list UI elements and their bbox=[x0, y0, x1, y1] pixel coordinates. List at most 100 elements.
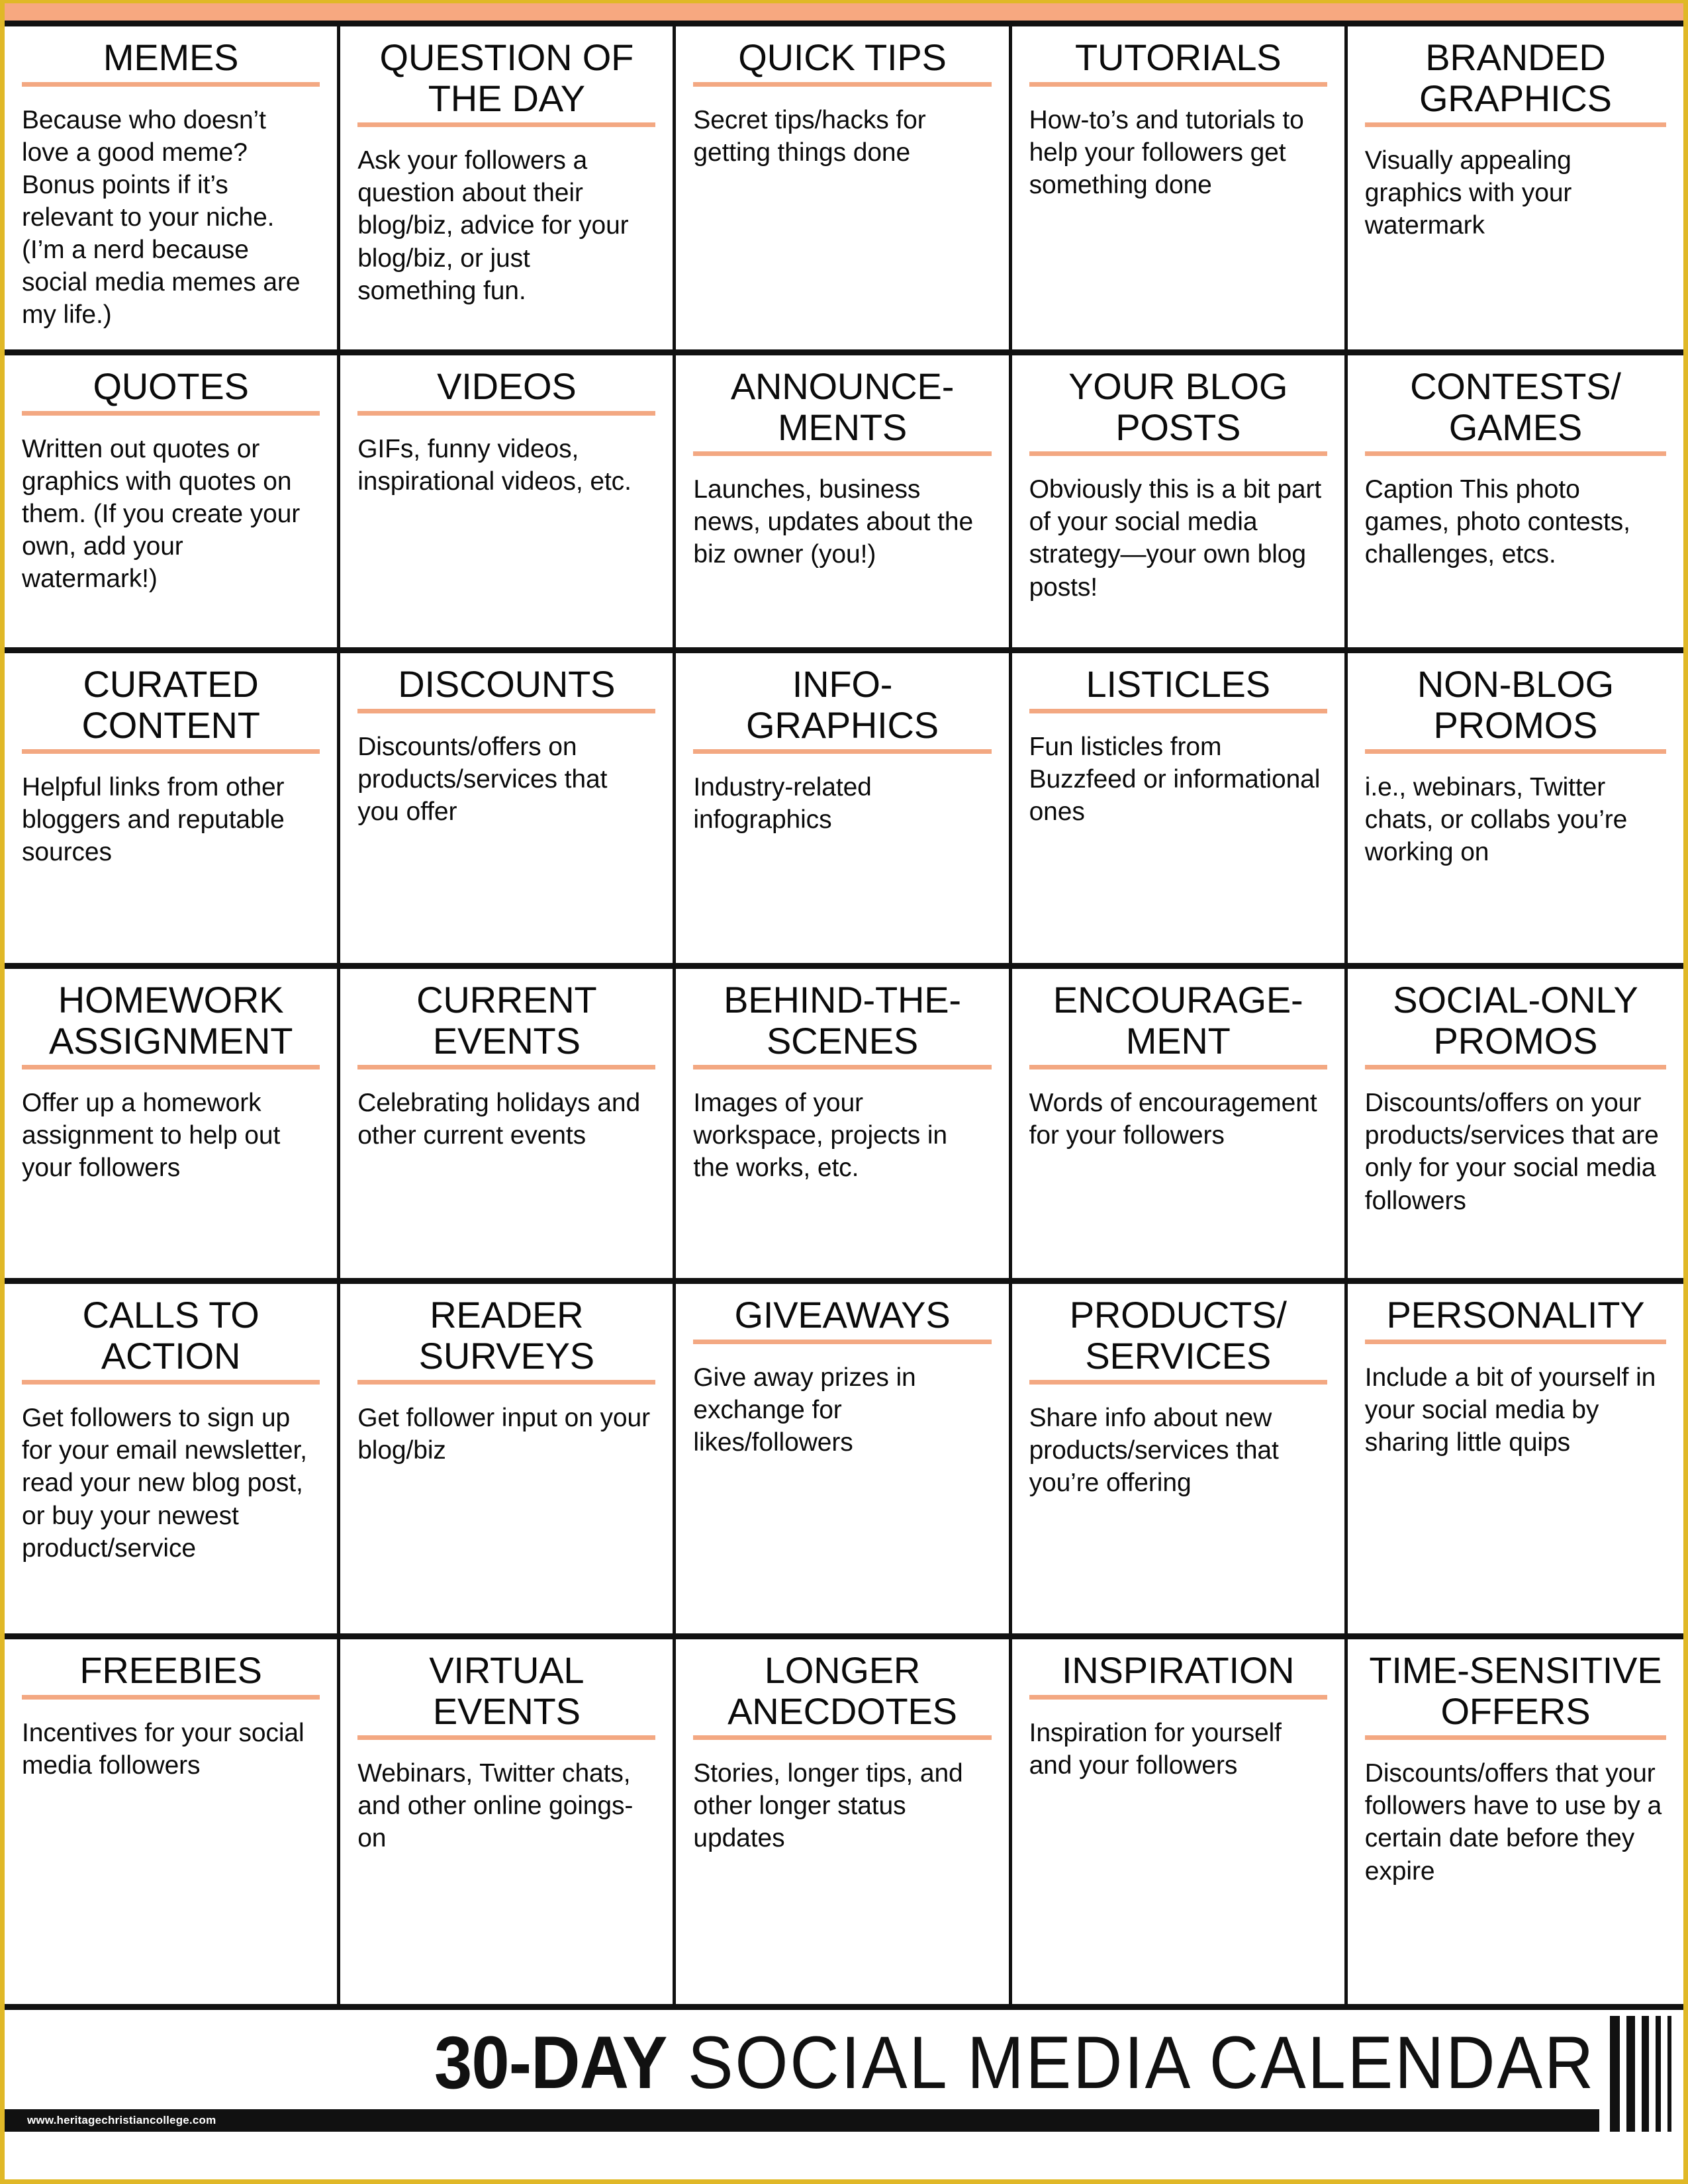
content-idea-description: Visually appealing graphics with your wa… bbox=[1364, 146, 1572, 240]
content-idea-cell: BEHIND-THE-SCENES Images of your workspac… bbox=[676, 969, 1012, 1284]
title-accent-rule bbox=[1364, 1065, 1666, 1070]
content-idea-cell: CURRENT EVENTS Celebrating holidays and o… bbox=[340, 969, 677, 1284]
content-idea-cell: SOCIAL-ONLY PROMOS Discounts/offers on yo… bbox=[1347, 969, 1683, 1284]
content-idea-cell: TUTORIALS How-to’s and tutorials to help … bbox=[1011, 26, 1348, 355]
title-accent-rule bbox=[1029, 1380, 1327, 1385]
content-idea-description: GIFs, funny videos, inspirational videos… bbox=[357, 434, 632, 496]
content-idea-description: Stories, longer tips, and other longer s… bbox=[693, 1759, 963, 1853]
top-divider-rule bbox=[5, 21, 1683, 26]
content-idea-title: GIVEAWAYS bbox=[734, 1294, 951, 1336]
content-ideas-grid: MEMES Because who doesn’t love a good mem… bbox=[5, 26, 1683, 2010]
decorative-stripes-icon bbox=[1610, 2016, 1671, 2132]
content-idea-title: YOUR BLOG POSTS bbox=[1068, 365, 1288, 448]
content-idea-title: PRODUCTS/ SERVICES bbox=[1069, 1294, 1287, 1377]
content-idea-title: ENCOURAGE-MENT bbox=[1053, 979, 1303, 1062]
content-idea-description: Written out quotes or graphics with quot… bbox=[22, 434, 301, 594]
content-idea-description: Offer up a homework assignment to help o… bbox=[22, 1089, 281, 1183]
content-idea-description: Images of your workspace, projects in th… bbox=[693, 1089, 948, 1183]
content-idea-title: PERSONALITY bbox=[1386, 1294, 1645, 1336]
title-accent-rule bbox=[22, 749, 320, 754]
content-idea-description: Inspiration for yourself and your follow… bbox=[1029, 1718, 1282, 1780]
content-idea-cell: GIVEAWAYS Give away prizes in exchange fo… bbox=[676, 1284, 1012, 1639]
content-idea-cell: ENCOURAGE-MENT Words of encouragement for… bbox=[1011, 969, 1348, 1284]
title-accent-rule bbox=[357, 1735, 656, 1741]
content-idea-cell: CURATED CONTENT Helpful links from other … bbox=[5, 653, 341, 969]
title-accent-rule bbox=[357, 1380, 656, 1385]
title-accent-rule bbox=[1029, 81, 1327, 87]
title-accent-rule bbox=[1029, 451, 1327, 457]
title-accent-rule bbox=[357, 122, 656, 128]
title-accent-rule bbox=[693, 81, 992, 87]
title-accent-rule bbox=[22, 1065, 320, 1070]
content-idea-title: FREEBIES bbox=[79, 1649, 262, 1691]
content-idea-description: Secret tips/hacks for getting things don… bbox=[693, 105, 926, 167]
content-idea-title: VIRTUAL EVENTS bbox=[429, 1649, 585, 1732]
title-accent-rule bbox=[357, 1065, 656, 1070]
content-idea-cell: LISTICLES Fun listicles from Buzzfeed or … bbox=[1011, 653, 1348, 969]
content-idea-title: VIDEOS bbox=[437, 365, 577, 407]
title-accent-rule bbox=[357, 410, 656, 416]
content-idea-cell: QUOTES Written out quotes or graphics wit… bbox=[5, 355, 341, 653]
content-idea-description: Words of encouragement for your follower… bbox=[1029, 1089, 1317, 1150]
content-idea-cell: QUICK TIPS Secret tips/hacks for getting … bbox=[676, 26, 1012, 355]
title-accent-rule bbox=[1364, 749, 1666, 754]
content-idea-description: Incentives for your social media followe… bbox=[22, 1718, 305, 1780]
page-title-light: SOCIAL MEDIA CALENDAR bbox=[667, 2021, 1596, 2104]
content-idea-cell: HOMEWORK ASSIGNMENT Offer up a homework a… bbox=[5, 969, 341, 1284]
stripe-2 bbox=[1626, 2016, 1635, 2132]
title-accent-rule bbox=[357, 708, 656, 713]
page-title-bold: 30-DAY bbox=[434, 2021, 667, 2104]
content-idea-description: Celebrating holidays and other current e… bbox=[357, 1089, 641, 1150]
content-idea-cell: VIRTUAL EVENTS Webinars, Twitter chats, a… bbox=[340, 1639, 677, 2010]
content-idea-description: Discounts/offers that your followers hav… bbox=[1364, 1759, 1662, 1886]
content-idea-description: Get followers to sign up for your email … bbox=[22, 1404, 307, 1563]
content-idea-description: Helpful links from other bloggers and re… bbox=[22, 773, 285, 867]
content-idea-description: Launches, business news, updates about t… bbox=[693, 475, 974, 569]
content-idea-cell: CALLS TO ACTION Get followers to sign up … bbox=[5, 1284, 341, 1639]
content-idea-cell: ANNOUNCE-MENTS Launches, business news, u… bbox=[676, 355, 1012, 653]
content-idea-title: SOCIAL-ONLY PROMOS bbox=[1393, 979, 1638, 1062]
title-accent-rule bbox=[693, 1065, 992, 1070]
content-idea-title: BEHIND-THE-SCENES bbox=[724, 979, 961, 1062]
stripe-3 bbox=[1642, 2016, 1649, 2132]
content-idea-title: DISCOUNTS bbox=[398, 663, 616, 705]
title-accent-rule bbox=[1029, 1065, 1327, 1070]
title-accent-rule bbox=[1029, 1694, 1327, 1700]
content-idea-cell: QUESTION OF THE DAY Ask your followers a … bbox=[340, 26, 677, 355]
content-idea-description: Share info about new products/services t… bbox=[1029, 1404, 1279, 1498]
content-idea-title: INSPIRATION bbox=[1061, 1649, 1295, 1691]
footer-title-wrap: 30-DAY SOCIAL MEDIA CALENDAR www.heritag… bbox=[5, 2026, 1599, 2132]
content-idea-title: TUTORIALS bbox=[1074, 36, 1282, 78]
stripe-4 bbox=[1656, 2016, 1661, 2132]
title-accent-rule bbox=[693, 451, 992, 457]
content-idea-title: ANNOUNCE-MENTS bbox=[730, 365, 955, 448]
content-idea-description: Ask your followers a question about thei… bbox=[357, 146, 629, 305]
title-accent-rule bbox=[693, 1339, 992, 1344]
content-idea-title: INFO-GRAPHICS bbox=[746, 663, 939, 746]
page-title: 30-DAY SOCIAL MEDIA CALENDAR bbox=[434, 2026, 1599, 2100]
content-idea-title: CURRENT EVENTS bbox=[416, 979, 597, 1062]
title-accent-rule bbox=[1364, 1735, 1666, 1741]
content-idea-title: LONGER ANECDOTES bbox=[727, 1649, 957, 1732]
content-idea-cell: TIME-SENSITIVE OFFERS Discounts/offers th… bbox=[1347, 1639, 1683, 2010]
content-idea-description: Obviously this is a bit part of your soc… bbox=[1029, 475, 1322, 602]
content-idea-cell: VIDEOS GIFs, funny videos, inspirational … bbox=[340, 355, 677, 653]
content-idea-cell: CONTESTS/ GAMES Caption This photo games,… bbox=[1347, 355, 1683, 653]
footer-black-bar: www.heritagechristiancollege.com bbox=[5, 2109, 1599, 2132]
content-idea-description: Get follower input on your blog/biz bbox=[357, 1404, 650, 1465]
title-accent-rule bbox=[1364, 122, 1666, 128]
footer-inner: 30-DAY SOCIAL MEDIA CALENDAR www.heritag… bbox=[5, 2016, 1671, 2132]
content-idea-title: CONTESTS/ GAMES bbox=[1410, 365, 1621, 448]
top-accent-band bbox=[5, 3, 1683, 21]
content-idea-cell: NON-BLOG PROMOS i.e., webinars, Twitter c… bbox=[1347, 653, 1683, 969]
content-idea-cell: FREEBIES Incentives for your social media… bbox=[5, 1639, 341, 2010]
content-idea-cell: INFO-GRAPHICS Industry-related infographi… bbox=[676, 653, 1012, 969]
title-accent-rule bbox=[22, 1380, 320, 1385]
content-idea-title: BRANDED GRAPHICS bbox=[1419, 36, 1612, 119]
content-idea-title: QUICK TIPS bbox=[738, 36, 947, 78]
content-idea-cell: BRANDED GRAPHICS Visually appealing graph… bbox=[1347, 26, 1683, 355]
content-idea-description: Discounts/offers on products/services th… bbox=[357, 732, 608, 826]
footer: 30-DAY SOCIAL MEDIA CALENDAR www.heritag… bbox=[5, 2010, 1683, 2179]
content-idea-title: NON-BLOG PROMOS bbox=[1417, 663, 1614, 746]
content-idea-title: LISTICLES bbox=[1086, 663, 1271, 705]
